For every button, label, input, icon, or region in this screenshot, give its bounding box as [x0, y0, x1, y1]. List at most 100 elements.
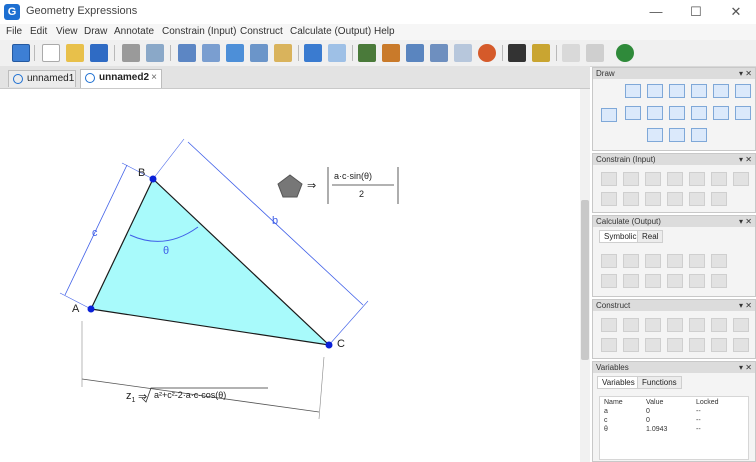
menu-draw[interactable]: Draw	[84, 26, 107, 37]
construct-rotate-icon[interactable]	[623, 338, 639, 352]
draw-circle-icon[interactable]	[625, 106, 641, 120]
copy-icon[interactable]	[202, 44, 220, 62]
draw-ray-icon[interactable]	[691, 84, 707, 98]
constrain-distance-icon[interactable]	[601, 172, 617, 186]
construct-perpendicular-icon[interactable]	[645, 318, 661, 332]
tab-close-icon[interactable]: ×	[151, 70, 157, 86]
tab-unnamed1[interactable]: unnamed1	[8, 70, 76, 87]
draw-table-icon[interactable]	[691, 128, 707, 142]
panel-controls[interactable]: ▾ ✕	[739, 362, 752, 373]
draw-function-icon[interactable]	[713, 106, 729, 120]
construct-dilate-icon[interactable]	[667, 338, 683, 352]
redo-icon[interactable]	[328, 44, 346, 62]
cut-icon[interactable]	[178, 44, 196, 62]
draw-line-icon[interactable]	[669, 84, 685, 98]
construct-curve-icon[interactable]	[711, 338, 727, 352]
view-a-icon[interactable]	[406, 44, 424, 62]
select-tool-icon[interactable]	[12, 44, 30, 62]
undo-icon[interactable]	[304, 44, 322, 62]
constrain-slope-icon[interactable]	[711, 192, 727, 206]
construct-intersection-icon[interactable]	[623, 318, 639, 332]
constrain-implicit-icon[interactable]	[711, 172, 727, 186]
pentagon-icon[interactable]	[277, 174, 303, 198]
panel-controls[interactable]: ▾ ✕	[739, 68, 752, 79]
construct-bisector-icon[interactable]	[667, 318, 683, 332]
calc-envelope-icon[interactable]	[645, 274, 661, 288]
tab-functions[interactable]: Functions	[637, 376, 682, 389]
constrain-incident-icon[interactable]	[733, 172, 749, 186]
constrain-angle-icon[interactable]	[623, 172, 639, 186]
menu-annotate[interactable]: Annotate	[114, 26, 154, 37]
menu-constrain[interactable]: Constrain (Input)	[162, 26, 236, 37]
cell-locked[interactable]: --	[696, 426, 701, 433]
paste-special-icon[interactable]	[226, 44, 244, 62]
clipboard-icon[interactable]	[274, 44, 292, 62]
minimize-button[interactable]: —	[636, 0, 676, 24]
construct-reflect-icon[interactable]	[601, 338, 617, 352]
calc-angle-icon[interactable]	[623, 254, 639, 268]
draw-conic-icon[interactable]	[691, 106, 707, 120]
construct-polygon-icon[interactable]	[689, 338, 705, 352]
print-preview-icon[interactable]	[146, 44, 164, 62]
zoom-icon[interactable]	[358, 44, 376, 62]
maximize-button[interactable]: ☐	[676, 0, 716, 24]
constrain-tangent-icon[interactable]	[645, 192, 661, 206]
cell-locked[interactable]: --	[696, 408, 701, 415]
draw-segment-icon[interactable]	[647, 84, 663, 98]
construct-point-icon[interactable]	[733, 338, 749, 352]
new-file-icon[interactable]	[42, 44, 60, 62]
constrain-equation-icon[interactable]	[689, 192, 705, 206]
calc-slope-icon[interactable]	[667, 254, 683, 268]
triangle-abc[interactable]	[90, 177, 331, 346]
point-b[interactable]	[149, 175, 157, 183]
draw-vector-icon[interactable]	[713, 84, 729, 98]
drawing-canvas[interactable]: A B C c b θ ⇒ a·c·sin(θ) 2 z1 ⇒ a²+c²-2·…	[0, 89, 578, 462]
calc-ratio-icon[interactable]	[689, 274, 705, 288]
tab-real[interactable]: Real	[637, 230, 664, 243]
draw-curve-icon[interactable]	[735, 106, 751, 120]
constrain-perpendicular-icon[interactable]	[623, 192, 639, 206]
page-b-icon[interactable]	[586, 44, 604, 62]
calc-parametric-icon[interactable]	[601, 274, 617, 288]
calc-area-icon[interactable]	[645, 254, 661, 268]
open-folder-icon[interactable]	[66, 44, 84, 62]
draw-arc-icon[interactable]	[647, 106, 663, 120]
construct-locus-icon[interactable]	[733, 318, 749, 332]
construct-circle-icon[interactable]	[711, 318, 727, 332]
grid-icon[interactable]	[508, 44, 526, 62]
calc-locus-icon[interactable]	[623, 274, 639, 288]
export-icon[interactable]	[454, 44, 472, 62]
point-a[interactable]	[87, 305, 95, 313]
draw-polygon-icon[interactable]	[735, 84, 751, 98]
panel-controls[interactable]: ▾ ✕	[739, 300, 752, 311]
cell-value[interactable]: 1.0943	[646, 426, 696, 433]
save-icon[interactable]	[90, 44, 108, 62]
tab-unnamed2[interactable]: unnamed2 ×	[80, 69, 162, 88]
calc-equation-icon[interactable]	[711, 254, 727, 268]
page-a-icon[interactable]	[562, 44, 580, 62]
panel-controls[interactable]: ▾ ✕	[739, 154, 752, 165]
table-row[interactable]: c 0 --	[604, 417, 744, 426]
help-globe-icon[interactable]	[616, 44, 634, 62]
constrain-parallel-icon[interactable]	[601, 192, 617, 206]
cell-locked[interactable]: --	[696, 417, 701, 424]
constrain-radius-icon[interactable]	[645, 172, 661, 186]
table-row[interactable]: a 0 --	[604, 408, 744, 417]
draw-ellipse-icon[interactable]	[669, 106, 685, 120]
menu-construct[interactable]: Construct	[240, 26, 283, 37]
constrain-congruent-icon[interactable]	[667, 192, 683, 206]
geometry-drawing[interactable]	[0, 89, 578, 462]
construct-midpoint-icon[interactable]	[601, 318, 617, 332]
point-c[interactable]	[325, 341, 333, 349]
tab-variables[interactable]: Variables	[597, 376, 640, 389]
calc-length-icon[interactable]	[711, 274, 727, 288]
menu-calculate[interactable]: Calculate (Output)	[290, 26, 371, 37]
view-b-icon[interactable]	[430, 44, 448, 62]
menu-view[interactable]: View	[56, 26, 78, 37]
draw-select-icon[interactable]	[601, 108, 617, 122]
calc-distance-icon[interactable]	[601, 254, 617, 268]
draw-text-icon[interactable]	[647, 128, 663, 142]
print-icon[interactable]	[122, 44, 140, 62]
table-row[interactable]: θ 1.0943 --	[604, 426, 744, 435]
constrain-coordinates-icon[interactable]	[667, 172, 683, 186]
